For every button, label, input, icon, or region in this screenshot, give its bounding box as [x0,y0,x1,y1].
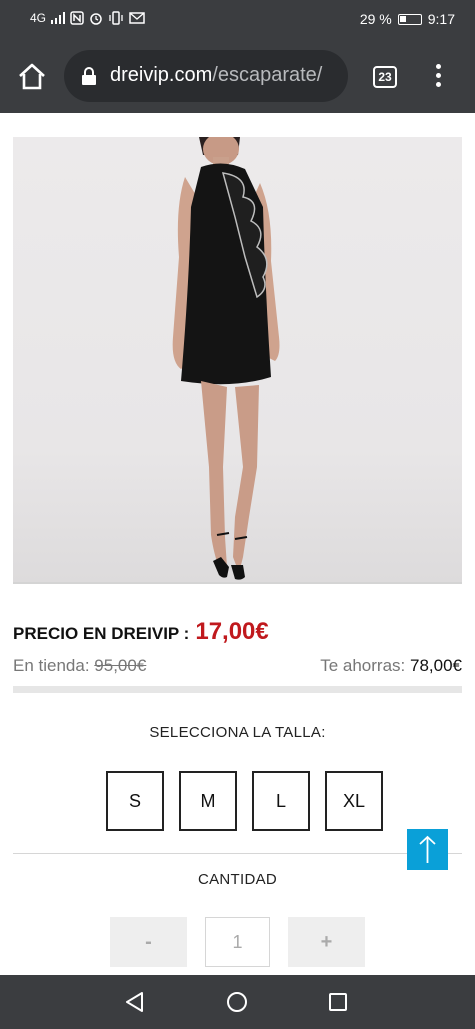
price-row: PRECIO EN DREIVIP : 17,00€ [13,618,269,646]
product-image[interactable] [13,137,462,584]
store-price-label: En tienda: [13,656,90,675]
tab-switcher-button[interactable]: 23 [373,66,397,88]
battery-icon [397,13,422,25]
url-path: /escaparate/ [212,64,323,86]
quantity-title: CANTIDAD [197,871,278,888]
size-button-m[interactable]: M [179,771,237,831]
store-price-row: En tienda: 95,00€ Te ahorras: 78,00€ [13,656,462,676]
recent-apps-icon[interactable] [328,992,348,1012]
overflow-menu-icon[interactable] [432,64,444,90]
divider [13,853,462,854]
quantity-increase-button[interactable]: + [288,917,365,967]
savings-value: 78,00€ [410,656,462,675]
size-button-l[interactable]: L [252,771,310,831]
model-in-black-dress-illustration [172,137,280,580]
home-circle-icon[interactable] [226,991,248,1013]
size-selector: S M L XL [106,771,383,831]
status-icons-left: 4G [30,11,145,25]
alarm-icon [90,13,102,25]
vibrate-icon [109,11,123,25]
mail-icon [129,12,145,24]
store-price-value: 95,00€ [94,656,147,675]
savings: Te ahorras: 78,00€ [320,656,462,676]
status-bar: 4G 29 % 9:17 [0,0,475,40]
system-navigation-bar [0,975,475,1029]
price-label: PRECIO EN DREIVIP : [13,624,190,643]
savings-label: Te ahorras: [320,656,406,675]
signal-icon [51,12,66,24]
url-domain: dreivip.com [110,64,213,86]
arrow-up-icon [419,835,436,863]
network-label: 4G [30,11,47,25]
battery-percent: 29 % [359,11,392,27]
quantity-input[interactable]: 1 [205,917,270,967]
scroll-to-top-button[interactable] [407,829,448,870]
back-icon[interactable] [124,991,146,1013]
quantity-decrease-button[interactable]: - [110,917,187,967]
size-title: SELECCIONA LA TALLA: [149,724,326,741]
browser-toolbar: dreivip.com/escaparate/ 23 [0,40,475,113]
clock: 9:17 [427,11,455,27]
url-text: dreivip.com/escaparate/ [110,64,322,87]
lock-icon [82,67,96,85]
price-value: 17,00€ [195,618,269,645]
size-button-xl[interactable]: XL [325,771,383,831]
status-icons-right: 29 % 9:17 [360,11,455,27]
size-button-s[interactable]: S [106,771,164,831]
divider [13,686,462,693]
nfc-icon [70,11,84,25]
address-bar[interactable]: dreivip.com/escaparate/ [64,50,348,102]
home-icon[interactable] [17,62,47,92]
